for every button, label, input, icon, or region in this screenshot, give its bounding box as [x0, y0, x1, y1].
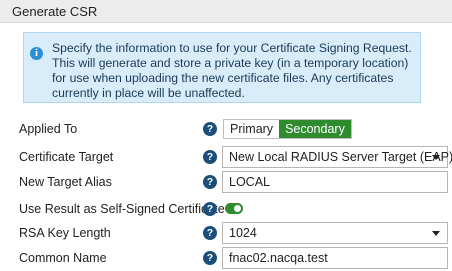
help-icon[interactable]: ? [203, 202, 217, 216]
self-signed-label: Use Result as Self-Signed Certificate [19, 202, 225, 216]
chevron-down-icon [432, 155, 440, 160]
row-new-target-alias: New Target Alias ? LOCAL [0, 171, 452, 195]
applied-to-label: Applied To [19, 122, 78, 136]
dialog-title: Generate CSR [12, 4, 98, 19]
certificate-target-value: New Local RADIUS Server Target (EAP) [229, 150, 452, 164]
info-text: Specify the information to use for your … [52, 41, 412, 100]
chevron-down-icon [432, 231, 440, 236]
common-name-label: Common Name [19, 251, 107, 265]
row-rsa-key-length: RSA Key Length ? 1024 [0, 222, 452, 246]
new-target-alias-input[interactable]: LOCAL [222, 171, 448, 193]
new-target-alias-value: LOCAL [229, 175, 270, 189]
certificate-target-select[interactable]: New Local RADIUS Server Target (EAP) [222, 146, 452, 168]
help-icon[interactable]: ? [203, 175, 217, 189]
new-target-alias-label: New Target Alias [19, 175, 112, 189]
rsa-key-length-select[interactable]: 1024 [222, 222, 448, 244]
dialog-titlebar: Generate CSR [0, 0, 452, 23]
common-name-input[interactable]: fnac02.nacqa.test [222, 247, 448, 269]
self-signed-toggle[interactable] [225, 203, 243, 214]
help-icon[interactable]: ? [203, 150, 217, 164]
info-icon: i [30, 47, 43, 60]
row-certificate-target: Certificate Target ? New Local RADIUS Se… [0, 146, 452, 170]
toggle-knob [234, 205, 241, 212]
row-common-name: Common Name ? fnac02.nacqa.test [0, 247, 452, 271]
rsa-key-length-value: 1024 [229, 226, 257, 240]
info-banner: i Specify the information to use for you… [23, 32, 421, 103]
help-icon[interactable]: ? [203, 226, 217, 240]
common-name-value: fnac02.nacqa.test [229, 251, 328, 265]
applied-to-primary-option[interactable]: Primary [224, 120, 279, 138]
rsa-key-length-label: RSA Key Length [19, 226, 111, 240]
certificate-target-label: Certificate Target [19, 150, 114, 164]
row-self-signed: Use Result as Self-Signed Certificate ? [0, 198, 452, 222]
help-icon[interactable]: ? [203, 251, 217, 265]
help-icon[interactable]: ? [203, 122, 217, 136]
applied-to-secondary-option[interactable]: Secondary [279, 120, 351, 138]
applied-to-segmented-control: Primary Secondary [223, 119, 352, 139]
row-applied-to: Applied To ? Primary Secondary [0, 118, 452, 142]
